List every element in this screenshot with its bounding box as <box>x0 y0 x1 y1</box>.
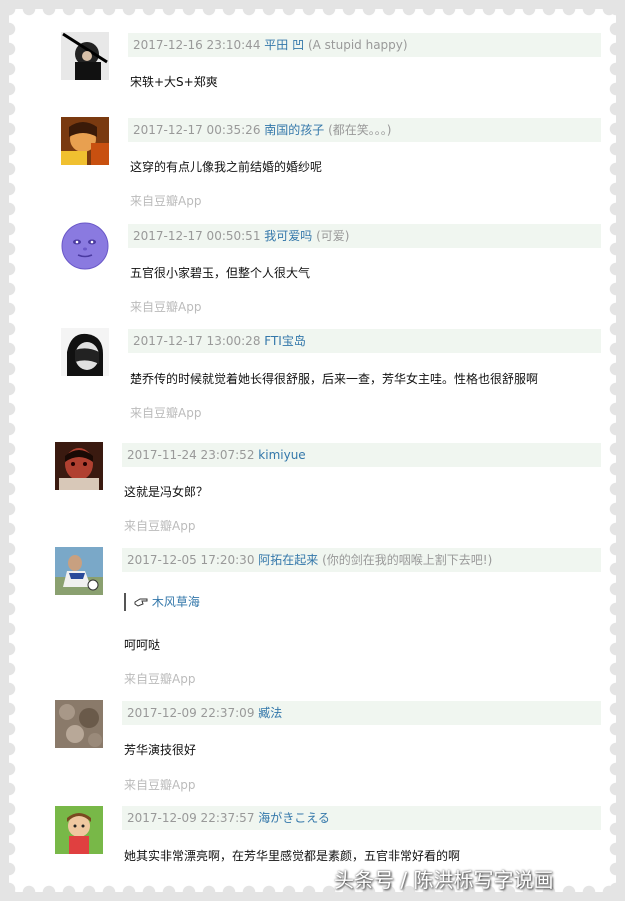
perforated-edge-right <box>607 0 625 901</box>
watermark: 头条号 / 陈洪栎写字说画 <box>334 868 554 892</box>
avatar-image <box>55 806 103 854</box>
avatar-image <box>61 32 109 80</box>
avatar-image <box>55 547 103 595</box>
avatar[interactable] <box>61 222 109 270</box>
author-note: (都在笑。。。) <box>328 123 392 137</box>
comment-text: 楚乔传的时候就觉着她长得很舒服，后来一查，芳华女主哇。性格也很舒服啊 <box>130 372 539 386</box>
comment-text: 这就是冯女郎？ <box>124 485 209 499</box>
author-link[interactable]: FTI宝岛 <box>264 334 306 348</box>
avatar-image <box>61 117 109 165</box>
comment-header: 2017-12-17 00:50:51 我可爱吗 (可爱) <box>128 224 601 248</box>
avatar[interactable] <box>61 117 109 165</box>
comment-date: 2017-11-24 23:07:52 <box>127 448 255 462</box>
avatar[interactable] <box>55 806 103 854</box>
comment-date: 2017-12-17 00:50:51 <box>133 229 261 243</box>
comment-header: 2017-12-05 17:20:30 阿拓在起来 (你的剑在我的咽喉上割下去吧… <box>122 548 601 572</box>
comment-date: 2017-12-09 22:37:57 <box>127 811 255 825</box>
comment-text: 呵呵哒 <box>124 638 161 652</box>
author-link[interactable]: 南国的孩子 <box>264 123 324 137</box>
quoted-user-link[interactable]: 木风草海 <box>152 595 200 609</box>
avatar-image <box>61 328 109 376</box>
source-label: 来自豆瓣App <box>130 194 202 208</box>
comment-header: 2017-12-17 00:35:26 南国的孩子 (都在笑。。。) <box>128 118 601 142</box>
comment-date: 2017-12-16 23:10:44 <box>133 38 261 52</box>
author-link[interactable]: 臧法 <box>258 706 282 720</box>
moon-face-icon <box>61 222 109 270</box>
author-note: (A stupid happy) <box>307 38 408 52</box>
comment-date: 2017-12-17 13:00:28 <box>133 334 261 348</box>
author-note: (可爱) <box>316 229 350 243</box>
author-link[interactable]: 平田 凹 <box>264 38 304 52</box>
source-label: 来自豆瓣App <box>124 519 196 533</box>
comment-text: 这穿的有点儿像我之前结婚的婚纱呢 <box>130 160 323 174</box>
source-label: 来自豆瓣App <box>124 778 196 792</box>
source-label: 来自豆瓣App <box>130 406 202 420</box>
comment-text: 她其实非常漂亮啊，在芳华里感觉都是素颜，五官非常好看的啊 <box>124 849 461 863</box>
avatar-image <box>55 442 103 490</box>
comment-header: 2017-12-16 23:10:44 平田 凹 (A stupid happy… <box>128 33 601 57</box>
avatar-image <box>55 700 103 748</box>
comment-header: 2017-11-24 23:07:52 kimiyue <box>122 443 601 467</box>
avatar[interactable] <box>61 328 109 376</box>
avatar[interactable] <box>55 700 103 748</box>
avatar[interactable] <box>55 442 103 490</box>
comment-date: 2017-12-05 17:20:30 <box>127 553 255 567</box>
comment-header: 2017-12-09 22:37:09 臧法 <box>122 701 601 725</box>
comment-date: 2017-12-09 22:37:09 <box>127 706 255 720</box>
comment-date: 2017-12-17 00:35:26 <box>133 123 261 137</box>
source-label: 来自豆瓣App <box>130 300 202 314</box>
comment-text: 芳华演技很好 <box>124 743 197 757</box>
quoted-reply: 木风草海 <box>124 593 200 611</box>
comment-text: 五官很小家碧玉，但整个人很大气 <box>130 266 311 280</box>
author-note: (你的剑在我的咽喉上割下去吧!) <box>322 553 493 567</box>
comment-header: 2017-12-17 13:00:28 FTI宝岛 <box>128 329 601 353</box>
author-link[interactable]: 海がきこえる <box>258 811 330 825</box>
avatar[interactable] <box>55 547 103 595</box>
avatar[interactable] <box>61 32 109 80</box>
perforated-edge-top <box>0 0 625 18</box>
perforated-edge-left <box>0 0 18 901</box>
author-link[interactable]: kimiyue <box>258 448 305 462</box>
source-label: 来自豆瓣App <box>124 672 196 686</box>
comment-header: 2017-12-09 22:37:57 海がきこえる <box>122 806 601 830</box>
author-link[interactable]: 阿拓在起来 <box>258 553 318 567</box>
pointing-hand-icon <box>134 598 148 607</box>
author-link[interactable]: 我可爱吗 <box>264 229 312 243</box>
comment-text: 宋轶+大S+郑爽 <box>130 75 218 89</box>
